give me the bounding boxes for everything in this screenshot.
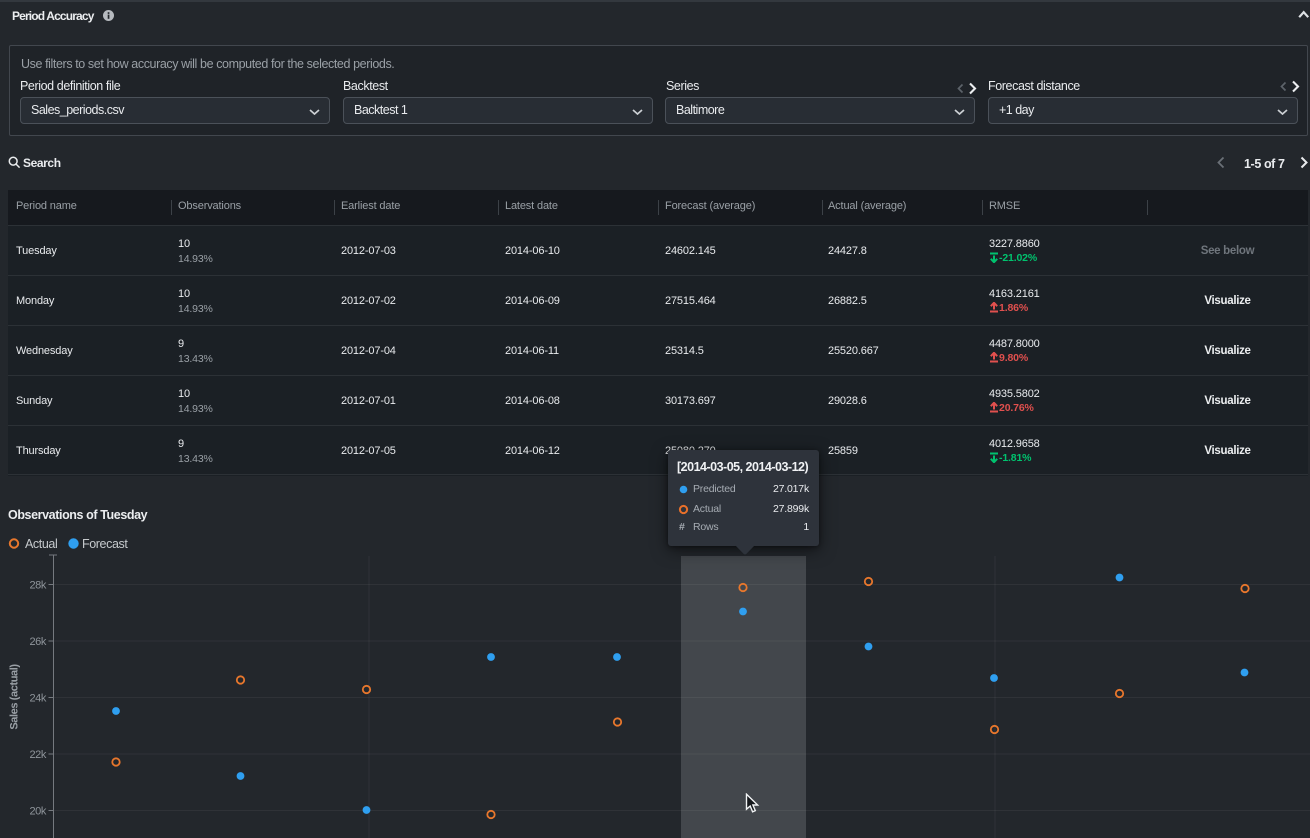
svg-text:26k: 26k: [29, 636, 46, 648]
svg-text:Sales (actual): Sales (actual): [9, 664, 21, 730]
svg-text:28k: 28k: [29, 580, 46, 592]
svg-text:20k: 20k: [29, 806, 46, 818]
svg-text:24k: 24k: [29, 693, 46, 705]
svg-text:22k: 22k: [29, 749, 46, 761]
